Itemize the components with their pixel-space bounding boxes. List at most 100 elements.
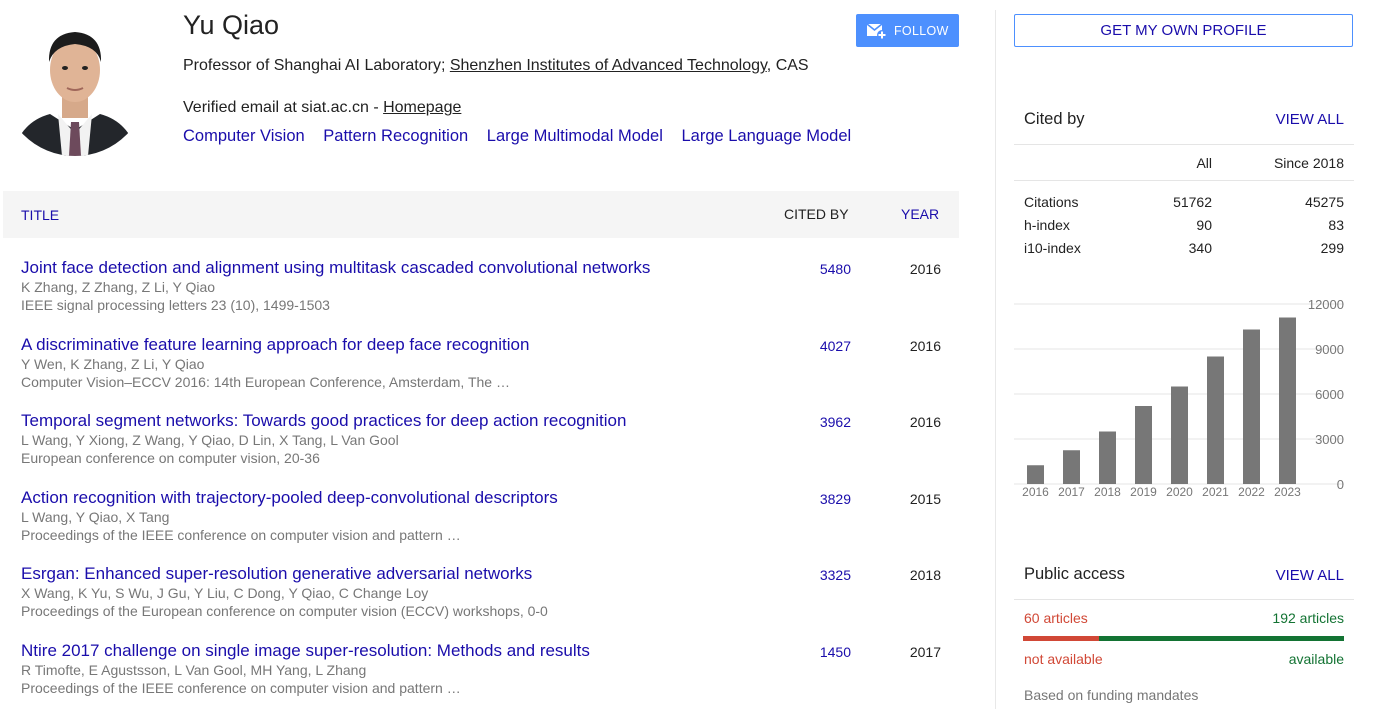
funding-mandates-note: Based on funding mandates [1024, 687, 1199, 703]
column-divider [995, 10, 996, 709]
not-available-label: not available [1024, 651, 1103, 667]
article-title[interactable]: Joint face detection and alignment using… [21, 258, 650, 278]
interest-link[interactable]: Large Multimodal Model [487, 127, 663, 145]
sort-by-year[interactable]: YEAR [901, 206, 939, 222]
cited-count[interactable]: 1450 [789, 644, 851, 660]
x-tick-label: 2023 [1274, 485, 1301, 499]
x-tick-label: 2022 [1238, 485, 1265, 499]
article-authors: L Wang, Y Qiao, X Tang [21, 509, 170, 525]
available-count: 192 articles [1272, 610, 1344, 626]
research-interests: Computer Vision Pattern Recognition Larg… [183, 127, 865, 146]
table-row: A discriminative feature learning approa… [21, 335, 961, 411]
stat-label: i10-index [1024, 240, 1081, 256]
follow-label: FOLLOW [894, 23, 949, 38]
cited-by-view-all-link[interactable]: VIEW ALL [1276, 111, 1344, 128]
verified-email: Verified email at siat.ac.cn - Homepage [183, 99, 461, 117]
email-text: Verified email at siat.ac.cn - [183, 99, 384, 116]
article-venue: Proceedings of the IEEE conference on co… [21, 680, 461, 696]
citation-bar[interactable] [1171, 386, 1188, 485]
interest-link[interactable]: Large Language Model [681, 127, 851, 145]
x-tick-label: 2020 [1166, 485, 1193, 499]
article-year: 2018 [909, 567, 941, 583]
citation-bar[interactable] [1135, 406, 1152, 484]
y-tick-label: 12000 [1308, 297, 1344, 312]
not-available-bar [1023, 636, 1099, 641]
cited-count[interactable]: 5480 [789, 261, 851, 277]
follow-button[interactable]: FOLLOW [856, 14, 959, 47]
profile-name: Yu Qiao [183, 10, 280, 40]
sort-by-title[interactable]: TITLE [21, 207, 59, 223]
interest-link[interactable]: Computer Vision [183, 127, 305, 145]
profile-photo [2, 10, 148, 156]
article-venue: Computer Vision–ECCV 2016: 14th European… [21, 374, 510, 390]
article-authors: Y Wen, K Zhang, Z Li, Y Qiao [21, 356, 205, 372]
x-tick-label: 2021 [1202, 485, 1229, 499]
article-title[interactable]: Temporal segment networks: Towards good … [21, 411, 626, 431]
article-authors: L Wang, Y Xiong, Z Wang, Y Qiao, D Lin, … [21, 432, 399, 448]
cited-by-heading: Cited by [1024, 110, 1085, 128]
table-row: Esrgan: Enhanced super-resolution genera… [21, 564, 961, 640]
cited-count[interactable]: 3829 [789, 491, 851, 507]
citations-bar-chart: 0 3000 6000 9000 12000 2016 2017 2018 2019 2020 20… [1014, 297, 1344, 499]
stats-col-since: Since 2018 [1273, 155, 1344, 171]
article-authors: K Zhang, Z Zhang, Z Li, Y Qiao [21, 279, 216, 295]
article-authors: X Wang, K Yu, S Wu, J Gu, Y Liu, C Dong,… [21, 585, 429, 601]
citation-bar[interactable] [1063, 450, 1080, 484]
affiliation-text: Professor of Shanghai AI Laboratory; [183, 57, 450, 74]
stat-all: 51762 [1173, 194, 1212, 210]
articles-table-header: TITLE CITED BY YEAR [3, 191, 959, 238]
article-title[interactable]: Action recognition with trajectory-poole… [21, 488, 558, 508]
table-row: Action recognition with trajectory-poole… [21, 488, 961, 564]
public-access-view-all-link[interactable]: VIEW ALL [1276, 567, 1344, 584]
table-row: Ntire 2017 challenge on single image sup… [21, 641, 961, 709]
y-tick-label: 3000 [1315, 432, 1344, 447]
y-tick-label: 0 [1337, 477, 1344, 492]
article-year: 2015 [909, 491, 941, 507]
article-venue: European conference on computer vision, … [21, 450, 320, 466]
x-tick-label: 2017 [1058, 485, 1085, 499]
stat-label: Citations [1024, 194, 1079, 210]
stats-col-all: All [1196, 155, 1212, 171]
divider [1014, 180, 1354, 181]
mail-plus-icon [866, 22, 887, 40]
cited-count[interactable]: 3325 [789, 567, 851, 583]
stat-since: 299 [1320, 240, 1344, 256]
y-tick-label: 6000 [1315, 387, 1344, 402]
affiliation-link[interactable]: Shenzhen Institutes of Advanced Technolo… [450, 57, 767, 74]
interest-link[interactable]: Pattern Recognition [323, 127, 468, 145]
available-bar [1099, 636, 1344, 641]
article-year: 2016 [909, 414, 941, 430]
cited-count[interactable]: 3962 [789, 414, 851, 430]
article-title[interactable]: Esrgan: Enhanced super-resolution genera… [21, 564, 532, 584]
citations-per-year-chart: 0 3000 6000 9000 12000 2016 2017 2018 2019 2020 20… [1014, 292, 1364, 507]
public-access-heading: Public access [1024, 565, 1125, 583]
article-year: 2016 [909, 338, 941, 354]
article-authors: R Timofte, E Agustsson, L Van Gool, MH Y… [21, 662, 367, 678]
citation-bar[interactable] [1099, 431, 1116, 485]
article-title[interactable]: Ntire 2017 challenge on single image sup… [21, 641, 590, 661]
table-row: Temporal segment networks: Towards good … [21, 411, 961, 487]
cited-by-column-header[interactable]: CITED BY [784, 206, 849, 222]
divider [1014, 599, 1354, 600]
article-venue: IEEE signal processing letters 23 (10), … [21, 297, 330, 313]
citation-bar[interactable] [1279, 317, 1296, 485]
divider [1014, 144, 1354, 145]
get-my-own-profile-button[interactable]: GET MY OWN PROFILE [1014, 14, 1353, 47]
article-venue: Proceedings of the IEEE conference on co… [21, 527, 461, 543]
stat-all: 90 [1196, 217, 1212, 233]
article-year: 2017 [909, 644, 941, 660]
not-available-count: 60 articles [1024, 610, 1088, 626]
homepage-link[interactable]: Homepage [383, 99, 461, 116]
citation-bar[interactable] [1027, 465, 1044, 484]
table-row: Joint face detection and alignment using… [21, 258, 961, 334]
affiliation: Professor of Shanghai AI Laboratory; She… [183, 56, 823, 76]
citation-bar[interactable] [1243, 329, 1260, 485]
article-venue: Proceedings of the European conference o… [21, 603, 548, 619]
stat-label: h-index [1024, 217, 1070, 233]
article-title[interactable]: A discriminative feature learning approa… [21, 335, 529, 355]
cited-count[interactable]: 4027 [789, 338, 851, 354]
citation-bar[interactable] [1207, 356, 1224, 485]
x-tick-label: 2018 [1094, 485, 1121, 499]
y-tick-label: 9000 [1315, 342, 1344, 357]
article-year: 2016 [909, 261, 941, 277]
